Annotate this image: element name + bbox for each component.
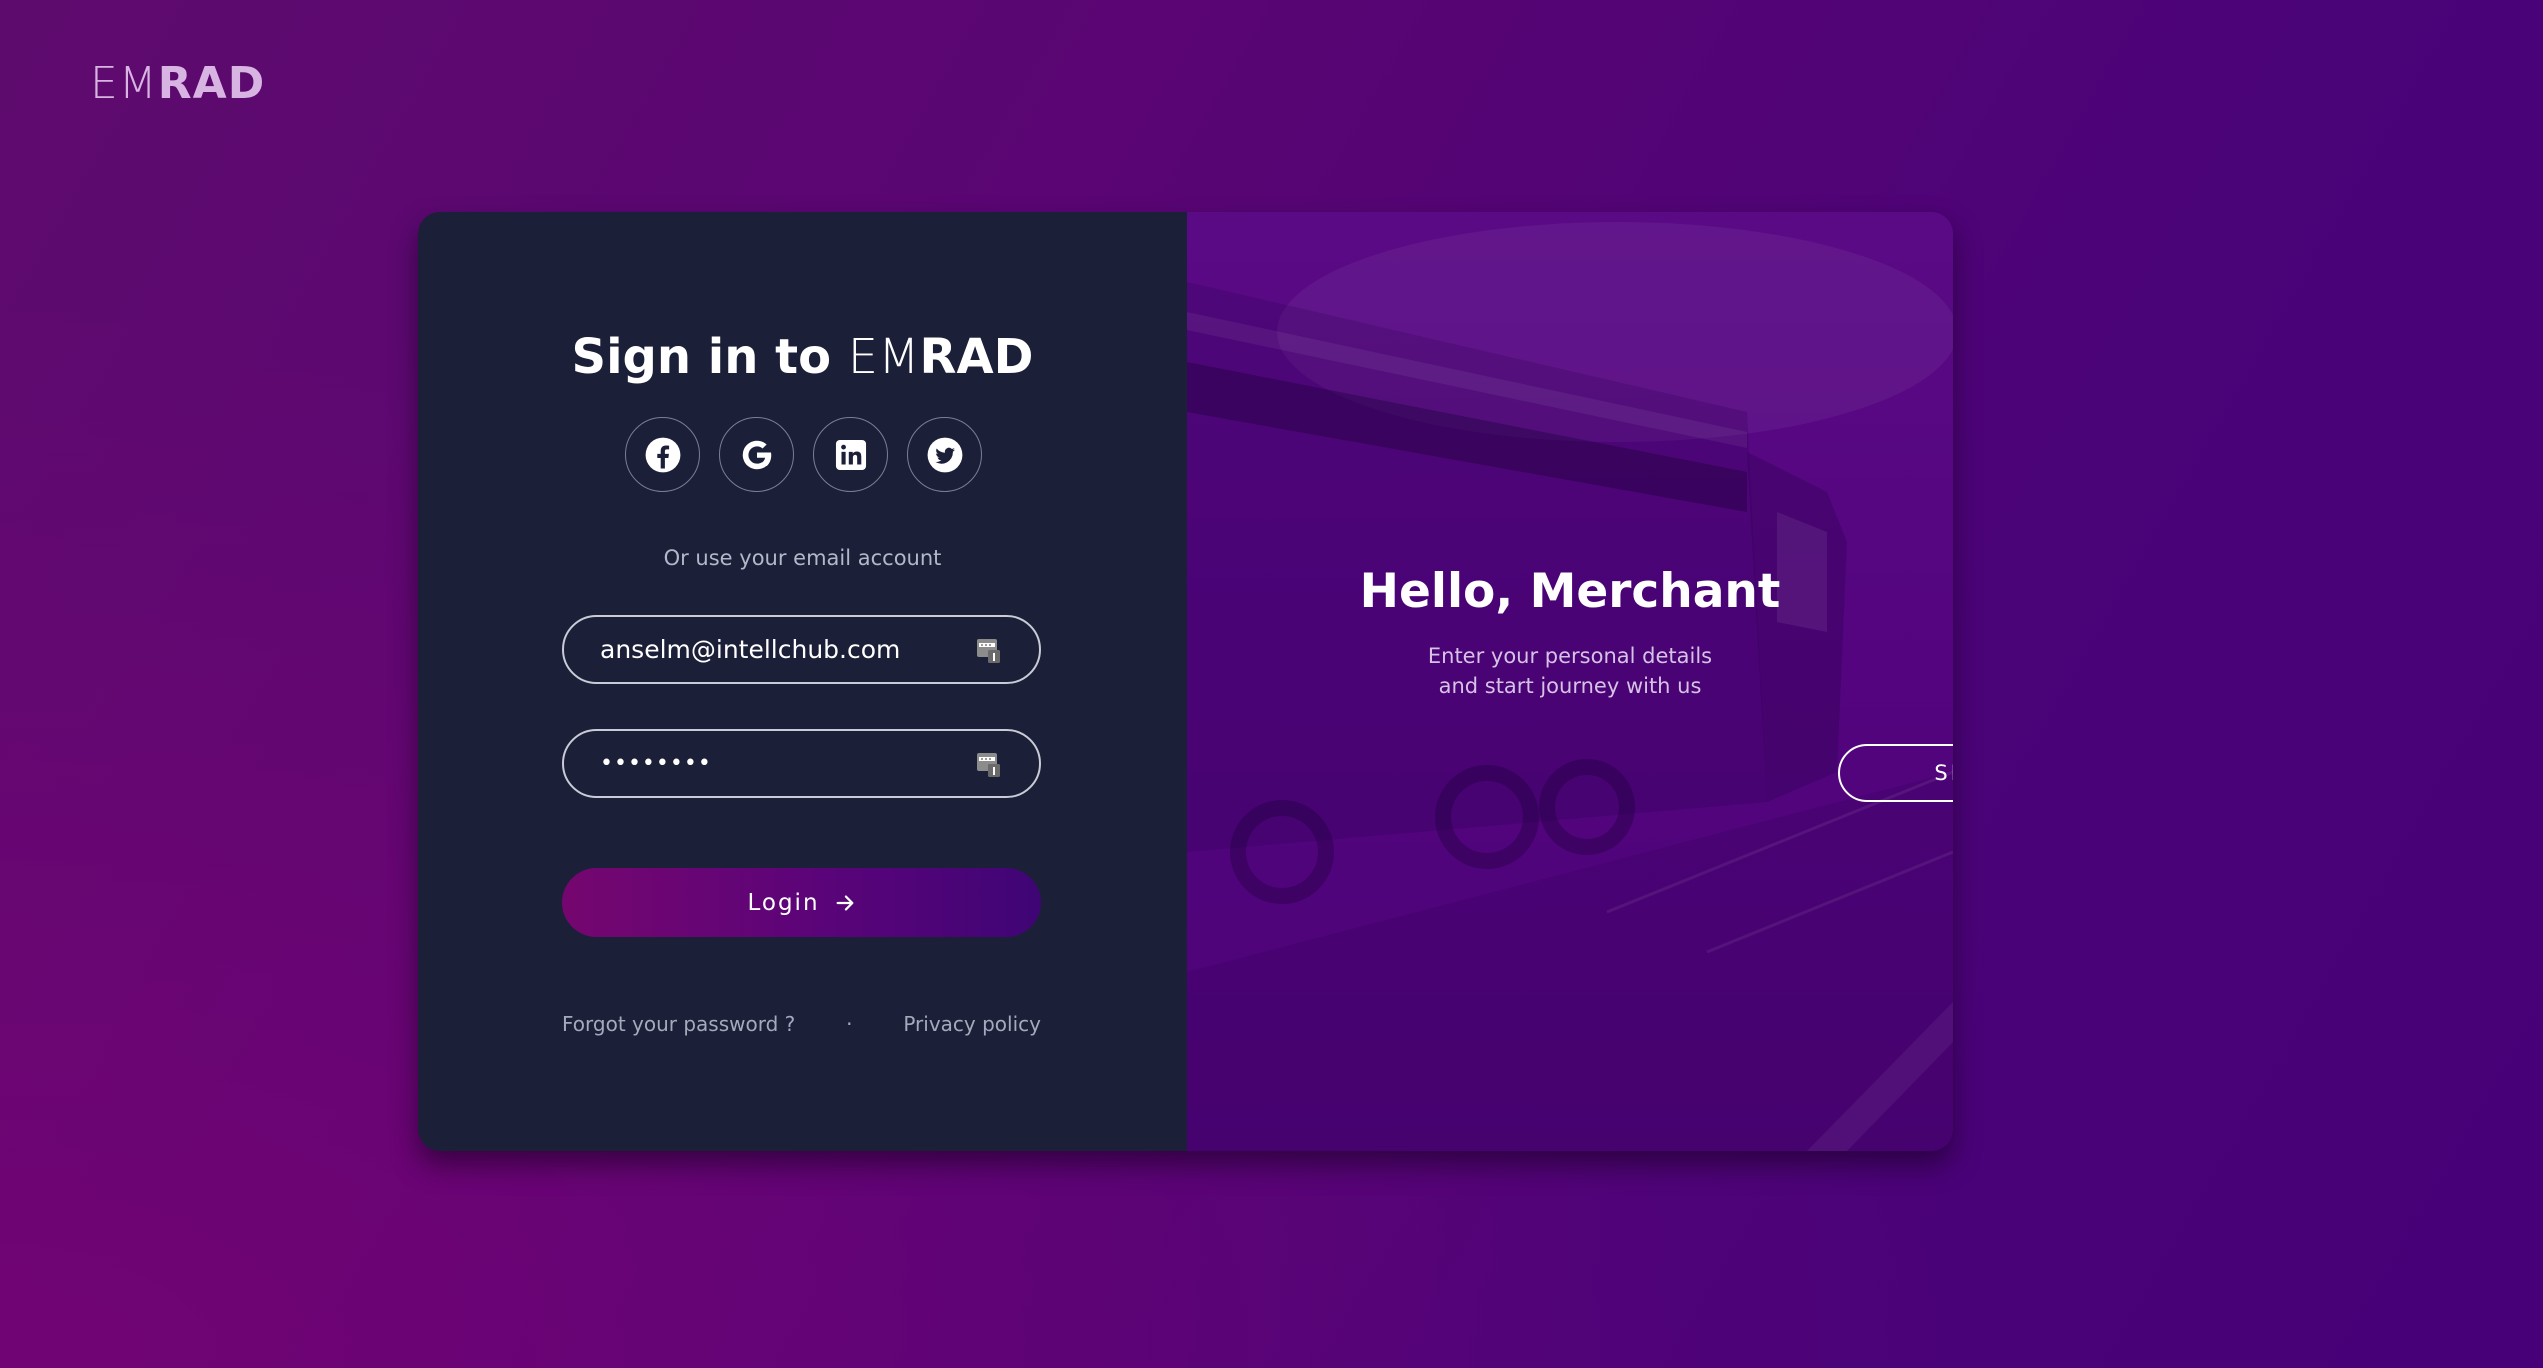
privacy-policy-link[interactable]: Privacy policy (903, 1012, 1041, 1036)
brand-logo-rad: RAD (157, 58, 266, 109)
promo-title: Hello, Merchant (1359, 564, 1781, 619)
signin-footer-links: Forgot your password ? · Privacy policy (562, 1012, 1041, 1036)
password-manager-icon[interactable] (975, 749, 1003, 779)
signup-button[interactable]: SIGN UP (1838, 744, 1953, 802)
forgot-password-link[interactable]: Forgot your password ? (562, 1012, 795, 1036)
signin-title-em: EM (847, 329, 920, 385)
arrow-right-icon (836, 894, 853, 911)
email-input[interactable] (600, 635, 965, 664)
linkedin-login-button[interactable] (813, 417, 888, 492)
promo-subtitle-line1: Enter your personal details (1427, 644, 1713, 668)
brand-logo: EMRAD (90, 58, 265, 109)
password-input[interactable] (600, 751, 965, 776)
brand-logo-em: EM (90, 58, 158, 109)
login-button[interactable]: Login (562, 868, 1041, 937)
signin-panel: Sign in to EMRAD Or use your email accou… (418, 212, 1187, 1151)
promo-panel: Hello, Merchant Enter your personal deta… (1187, 212, 1953, 1151)
google-icon (742, 440, 771, 469)
auth-card: Sign in to EMRAD Or use your email accou… (418, 212, 1953, 1151)
login-button-label: Login (747, 889, 820, 916)
facebook-login-button[interactable] (625, 417, 700, 492)
linkedin-icon (835, 439, 866, 470)
signin-title-rad: RAD (919, 329, 1034, 385)
link-separator: · (846, 1012, 853, 1036)
social-login-group (625, 417, 982, 492)
google-login-button[interactable] (719, 417, 794, 492)
signin-title-prefix: Sign in to (571, 329, 848, 385)
promo-subtitle-line2: and start journey with us (1438, 674, 1702, 698)
password-manager-icon[interactable] (975, 635, 1003, 665)
twitter-icon (927, 437, 962, 472)
email-alt-hint: Or use your email account (663, 546, 942, 570)
password-field (562, 729, 1041, 798)
facebook-icon (645, 437, 680, 472)
signin-title: Sign in to EMRAD (418, 329, 1187, 385)
email-field (562, 615, 1041, 684)
twitter-login-button[interactable] (907, 417, 982, 492)
